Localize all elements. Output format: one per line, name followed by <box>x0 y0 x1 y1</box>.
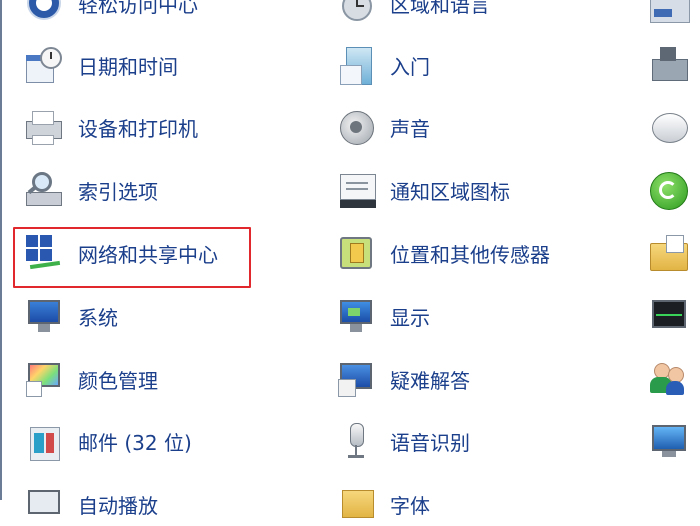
cp-item-notification-area[interactable]: 通知区域图标 <box>336 168 510 212</box>
cp-item-user-accounts[interactable] <box>648 357 688 401</box>
getting-started-icon <box>336 45 376 85</box>
cp-item-ease-of-access[interactable]: 轻松访问中心 <box>24 0 198 25</box>
cp-item-getting-started[interactable]: 入门 <box>336 43 430 87</box>
desktop-gadgets-icon <box>648 421 688 461</box>
cp-item-autoplay[interactable]: 自动播放 <box>24 482 158 526</box>
cp-item-sync-center[interactable] <box>648 168 688 212</box>
autoplay-icon <box>24 484 64 524</box>
region-language-icon <box>336 0 376 23</box>
cp-item-network-sharing[interactable]: 网络和共享中心 <box>24 231 218 275</box>
speech-recognition-icon <box>336 421 376 461</box>
date-time-icon <box>24 45 64 85</box>
cp-item-desktop-gadgets[interactable] <box>648 419 688 463</box>
sound-icon <box>336 107 376 147</box>
cp-item-location-sensors[interactable]: 位置和其他传感器 <box>336 231 550 275</box>
cp-item-system[interactable]: 系统 <box>24 294 118 338</box>
mail-icon <box>24 421 64 461</box>
cp-item-color-management[interactable]: 颜色管理 <box>24 357 158 401</box>
cp-item-display[interactable]: 显示 <box>336 294 430 338</box>
network-sharing-icon <box>24 233 64 273</box>
partial-icon-row0 <box>648 0 690 23</box>
partial-icon-row1 <box>648 45 688 85</box>
cp-item-sound[interactable]: 声音 <box>336 105 430 149</box>
notification-area-icon <box>336 170 376 210</box>
performance-icon <box>648 296 688 336</box>
cp-item-region-language[interactable]: 区域和语言 <box>336 0 490 25</box>
cp-item-devices-printers[interactable]: 设备和打印机 <box>24 105 198 149</box>
cp-item-partial-row0[interactable] <box>648 0 690 25</box>
system-icon <box>24 296 64 336</box>
fonts-icon <box>336 484 376 524</box>
cp-item-indexing-options[interactable]: 索引选项 <box>24 168 158 212</box>
indexing-options-icon <box>24 170 64 210</box>
cp-item-folder-options[interactable] <box>648 231 688 275</box>
window-left-border <box>0 0 2 500</box>
cp-item-partial-row1[interactable] <box>648 43 688 87</box>
ease-of-access-icon <box>24 0 64 23</box>
display-icon <box>336 296 376 336</box>
mouse-icon <box>648 107 688 147</box>
devices-printers-icon <box>24 107 64 147</box>
cp-item-mail[interactable]: 邮件 (32 位) <box>24 419 192 463</box>
location-sensors-icon <box>336 233 376 273</box>
user-accounts-icon <box>648 359 688 399</box>
cp-item-mouse[interactable] <box>648 105 688 149</box>
cp-item-fonts[interactable]: 字体 <box>336 482 430 526</box>
folder-options-icon <box>648 233 688 273</box>
cp-item-speech-recognition[interactable]: 语音识别 <box>336 419 470 463</box>
cp-item-date-time[interactable]: 日期和时间 <box>24 43 178 87</box>
troubleshooting-icon <box>336 359 376 399</box>
cp-item-performance[interactable] <box>648 294 688 338</box>
sync-center-icon <box>648 170 688 210</box>
color-management-icon <box>24 359 64 399</box>
cp-item-troubleshooting[interactable]: 疑难解答 <box>336 357 470 401</box>
